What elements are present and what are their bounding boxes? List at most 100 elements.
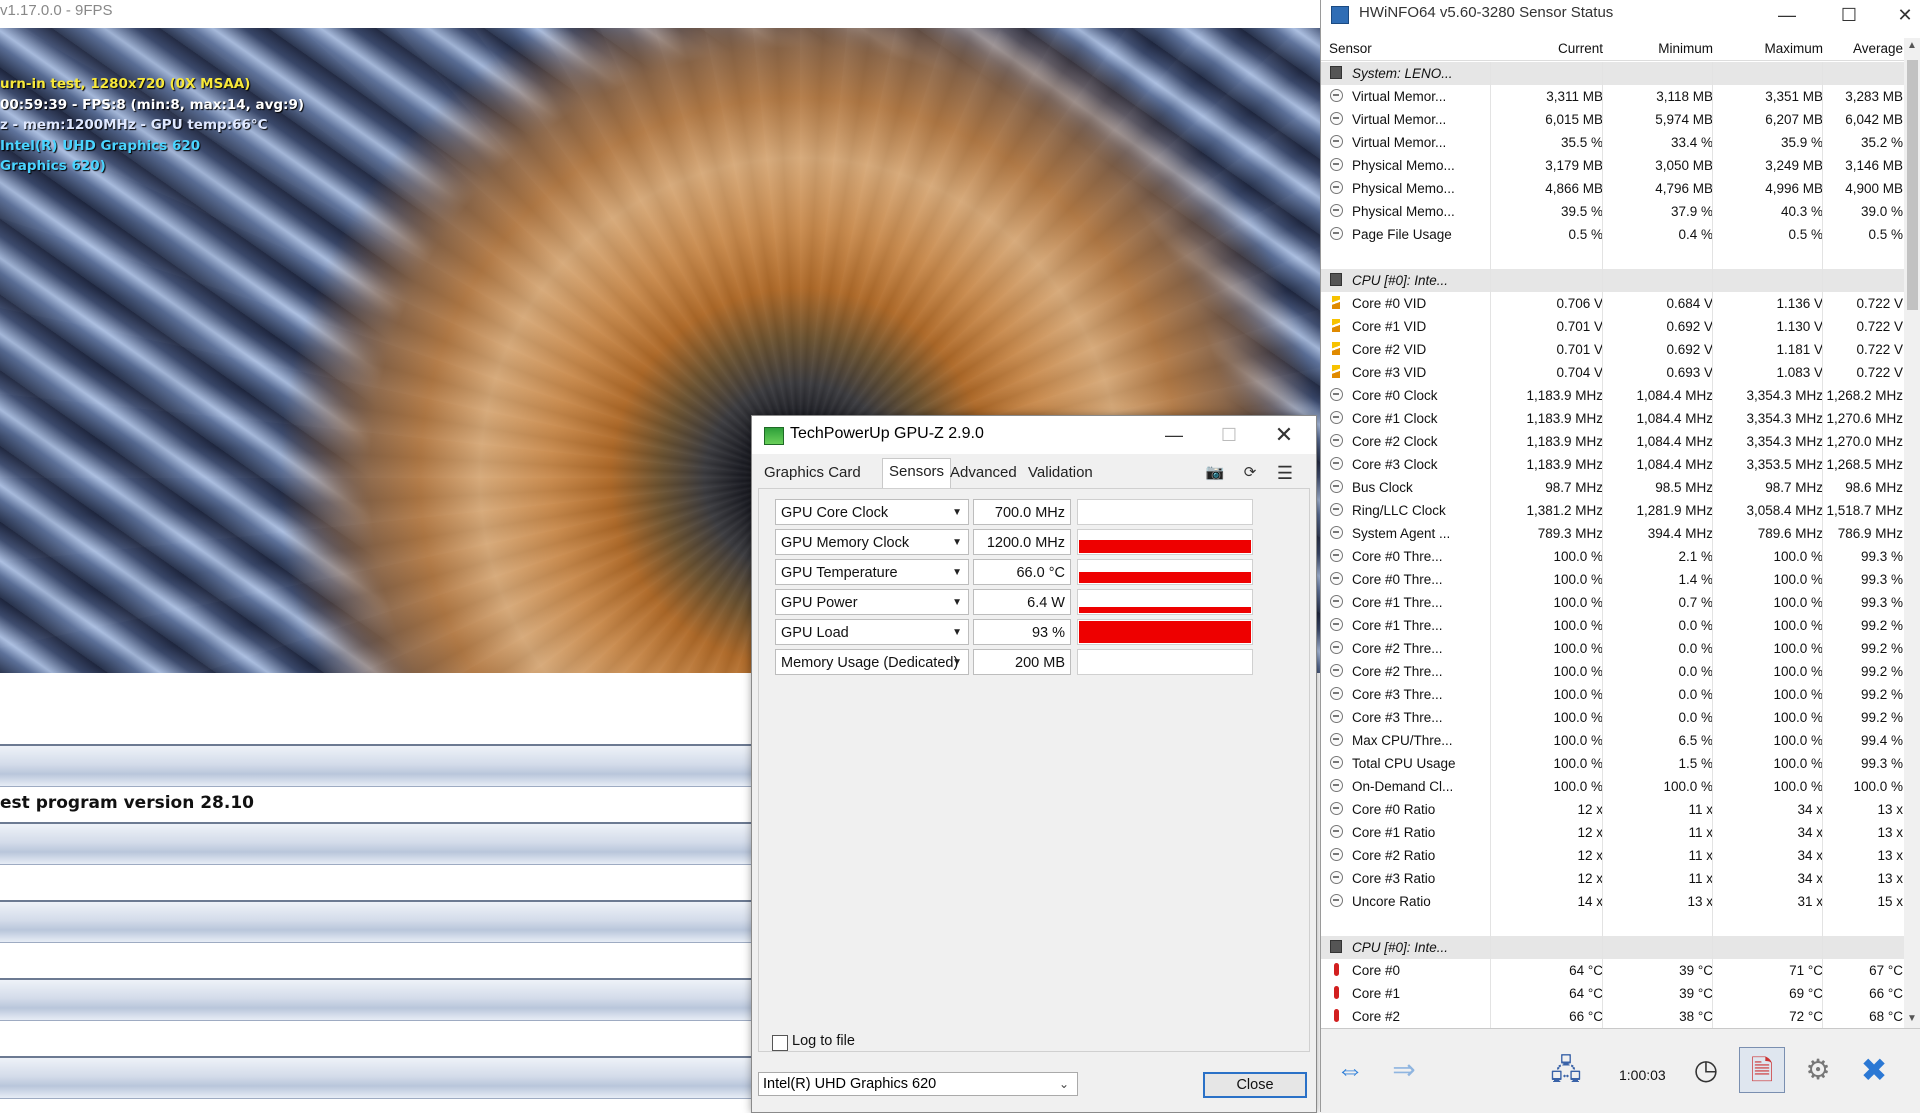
nav-collapse-icon[interactable]: ⇒ xyxy=(1381,1047,1427,1093)
grid-line xyxy=(1490,476,1491,499)
sensor-row[interactable]: Core #1 Ratio 12 x 11 x 34 x 13 x xyxy=(1321,821,1904,844)
tab-validation[interactable]: Validation xyxy=(1022,460,1099,486)
camera-icon[interactable]: 📷 xyxy=(1204,462,1226,484)
sensor-name-dropdown[interactable]: GPU Memory Clock ▼ xyxy=(775,529,969,555)
sensor-row[interactable]: Core #1 Thre... 100.0 % 0.7 % 100.0 % 99.3 % xyxy=(1321,591,1904,614)
sensor-row[interactable]: Core #2 Thre... 100.0 % 0.0 % 100.0 % 99.2 % xyxy=(1321,637,1904,660)
log-to-file-checkbox[interactable] xyxy=(772,1035,788,1051)
maximum-value: 40.3 % xyxy=(1780,204,1823,219)
sensor-row[interactable]: Ring/LLC Clock 1,381.2 MHz 1,281.9 MHz 3,05… xyxy=(1321,499,1904,522)
sensor-row[interactable]: System Agent ... 789.3 MHz 394.4 MHz 789.6 … xyxy=(1321,522,1904,545)
nav-back-icon[interactable]: ⇔ xyxy=(1327,1047,1373,1093)
sensor-name-dropdown[interactable]: GPU Power ▼ xyxy=(775,589,969,615)
average-value: 1,268.5 MHz xyxy=(1826,457,1903,472)
minimum-value: 0.0 % xyxy=(1678,664,1713,679)
minimum-value: 98.5 MHz xyxy=(1655,480,1713,495)
scroll-up-icon[interactable]: ▲ xyxy=(1907,40,1917,51)
sensor-value: 6.4 W xyxy=(973,589,1071,615)
refresh-icon[interactable]: ⟳ xyxy=(1239,462,1261,484)
column-header-average[interactable]: Average xyxy=(1823,38,1903,60)
sensor-row[interactable]: Physical Memo... 3,179 MB 3,050 MB 3,249 MB… xyxy=(1321,154,1904,177)
report-reset-icon[interactable]: 🗎 xyxy=(1739,1047,1785,1093)
network-icon[interactable]: 🖧 xyxy=(1543,1047,1589,1093)
sensor-name-dropdown[interactable]: GPU Core Clock ▼ xyxy=(775,499,969,525)
gpu-select[interactable]: Intel(R) UHD Graphics 620 ⌄ xyxy=(758,1072,1078,1096)
grid-line xyxy=(1490,292,1491,315)
minimize-icon[interactable]: — xyxy=(1152,420,1196,450)
sensor-name-dropdown[interactable]: GPU Load ▼ xyxy=(775,619,969,645)
sensor-group-row[interactable]: CPU [#0]: Inte... xyxy=(1321,269,1904,292)
grid-line xyxy=(1490,269,1491,292)
grid-line xyxy=(1602,798,1603,821)
sensor-row[interactable]: Core #0 Clock 1,183.9 MHz 1,084.4 MHz 3,354… xyxy=(1321,384,1904,407)
column-header-sensor[interactable]: Sensor xyxy=(1329,38,1372,60)
minimum-value: 0.4 % xyxy=(1678,227,1713,242)
sensor-row[interactable]: Core #1 Thre... 100.0 % 0.0 % 100.0 % 99.2 % xyxy=(1321,614,1904,637)
grid-line xyxy=(1712,177,1713,200)
clock-icon xyxy=(1330,733,1343,746)
sensor-row[interactable]: Core #0 VID 0.706 V 0.684 V 1.136 V 0.722 V xyxy=(1321,292,1904,315)
sensor-row[interactable]: Core #1 64 °C 39 °C 69 °C 66 °C xyxy=(1321,982,1904,1005)
sensor-row[interactable]: Core #0 Thre... 100.0 % 2.1 % 100.0 % 99.3 % xyxy=(1321,545,1904,568)
sensor-group-row[interactable]: System: LENO... xyxy=(1321,62,1904,85)
sensor-row[interactable]: Total CPU Usage 100.0 % 1.5 % 100.0 % 99.3 % xyxy=(1321,752,1904,775)
sensor-row[interactable]: Max CPU/Thre... 100.0 % 6.5 % 100.0 % 99.4 % xyxy=(1321,729,1904,752)
sensor-row[interactable]: Bus Clock 98.7 MHz 98.5 MHz 98.7 MHz 98.6 MH… xyxy=(1321,476,1904,499)
exit-icon[interactable]: ✖ xyxy=(1851,1047,1897,1093)
sensor-row[interactable]: On-Demand Cl... 100.0 % 100.0 % 100.0 % 100.… xyxy=(1321,775,1904,798)
tab-sensors[interactable]: Sensors xyxy=(882,458,952,488)
grid-line xyxy=(1490,614,1491,637)
tab-advanced[interactable]: Advanced xyxy=(944,460,1023,486)
sensor-row[interactable]: Core #3 Ratio 12 x 11 x 34 x 13 x xyxy=(1321,867,1904,890)
sensor-row[interactable]: Page File Usage 0.5 % 0.4 % 0.5 % 0.5 % xyxy=(1321,223,1904,246)
sensor-row[interactable]: Core #2 66 °C 38 °C 72 °C 68 °C xyxy=(1321,1005,1904,1028)
maximize-icon[interactable]: ☐ xyxy=(1827,0,1871,30)
sensor-row[interactable]: Core #2 VID 0.701 V 0.692 V 1.181 V 0.722 V xyxy=(1321,338,1904,361)
minimum-value: 2.1 % xyxy=(1678,549,1713,564)
grid-line xyxy=(1822,246,1823,269)
close-icon[interactable]: ✕ xyxy=(1262,420,1306,450)
sensor-row[interactable]: Core #1 Clock 1,183.9 MHz 1,084.4 MHz 3,354… xyxy=(1321,407,1904,430)
scroll-down-icon[interactable]: ▼ xyxy=(1907,1013,1917,1024)
sensor-name-dropdown[interactable]: GPU Temperature ▼ xyxy=(775,559,969,585)
sensor-row[interactable]: Physical Memo... 4,866 MB 4,796 MB 4,996 MB… xyxy=(1321,177,1904,200)
gpuz-titlebar[interactable]: TechPowerUp GPU-Z 2.9.0 — ☐ ✕ xyxy=(752,416,1316,454)
sensor-row[interactable]: Core #1 VID 0.701 V 0.692 V 1.130 V 0.722 V xyxy=(1321,315,1904,338)
tab-graphics-card[interactable]: Graphics Card xyxy=(758,460,867,486)
sensor-row[interactable]: Core #2 Thre... 100.0 % 0.0 % 100.0 % 99.2 % xyxy=(1321,660,1904,683)
sensor-row[interactable]: Core #0 64 °C 39 °C 71 °C 67 °C xyxy=(1321,959,1904,982)
maximize-icon[interactable]: ☐ xyxy=(1207,420,1251,450)
grid-line xyxy=(1602,177,1603,200)
hwinfo-titlebar[interactable]: HWiNFO64 v5.60-3280 Sensor Status — ☐ ✕ xyxy=(1321,0,1920,28)
close-button[interactable]: Close xyxy=(1203,1072,1307,1098)
menu-icon[interactable]: ☰ xyxy=(1274,462,1296,484)
sensor-row[interactable]: Virtual Memor... 3,311 MB 3,118 MB 3,351 MB… xyxy=(1321,85,1904,108)
close-icon[interactable]: ✕ xyxy=(1883,0,1920,30)
sensor-name-dropdown[interactable]: Memory Usage (Dedicated) ▼ xyxy=(775,649,969,675)
sensor-row[interactable]: Core #3 Thre... 100.0 % 0.0 % 100.0 % 99.2 % xyxy=(1321,683,1904,706)
sensor-row[interactable]: Core #3 Clock 1,183.9 MHz 1,084.4 MHz 3,353… xyxy=(1321,453,1904,476)
scrollbar[interactable]: ▲ ▼ xyxy=(1904,38,1920,1028)
column-header-minimum[interactable]: Minimum xyxy=(1603,38,1713,60)
sensor-row[interactable]: Core #3 VID 0.704 V 0.693 V 1.083 V 0.722 V xyxy=(1321,361,1904,384)
column-header-current[interactable]: Current xyxy=(1491,38,1603,60)
sensor-row[interactable]: Core #0 Thre... 100.0 % 1.4 % 100.0 % 99.3 % xyxy=(1321,568,1904,591)
sensor-row[interactable]: Virtual Memor... 35.5 % 33.4 % 35.9 % 35.2 % xyxy=(1321,131,1904,154)
grid-line xyxy=(1822,499,1823,522)
sensor-row[interactable]: Core #3 Thre... 100.0 % 0.0 % 100.0 % 99.2 % xyxy=(1321,706,1904,729)
clock-icon[interactable]: ◷ xyxy=(1683,1047,1729,1093)
settings-icon[interactable]: ⚙ xyxy=(1795,1047,1841,1093)
scrollbar-thumb[interactable] xyxy=(1907,60,1918,310)
sensor-row[interactable]: Physical Memo... 39.5 % 37.9 % 40.3 % 39.0 % xyxy=(1321,200,1904,223)
sensor-group-row[interactable]: CPU [#0]: Inte... xyxy=(1321,936,1904,959)
grid-line xyxy=(1490,729,1491,752)
minimize-icon[interactable]: — xyxy=(1765,0,1809,30)
column-header-maximum[interactable]: Maximum xyxy=(1713,38,1823,60)
sensor-row[interactable]: Virtual Memor... 6,015 MB 5,974 MB 6,207 MB… xyxy=(1321,108,1904,131)
sensor-row[interactable]: Core #2 Ratio 12 x 11 x 34 x 13 x xyxy=(1321,844,1904,867)
grid-line xyxy=(1712,200,1713,223)
grid-line xyxy=(1490,62,1491,85)
sensor-row[interactable]: Core #0 Ratio 12 x 11 x 34 x 13 x xyxy=(1321,798,1904,821)
sensor-row[interactable]: Uncore Ratio 14 x 13 x 31 x 15 x xyxy=(1321,890,1904,913)
sensor-row[interactable]: Core #2 Clock 1,183.9 MHz 1,084.4 MHz 3,354… xyxy=(1321,430,1904,453)
